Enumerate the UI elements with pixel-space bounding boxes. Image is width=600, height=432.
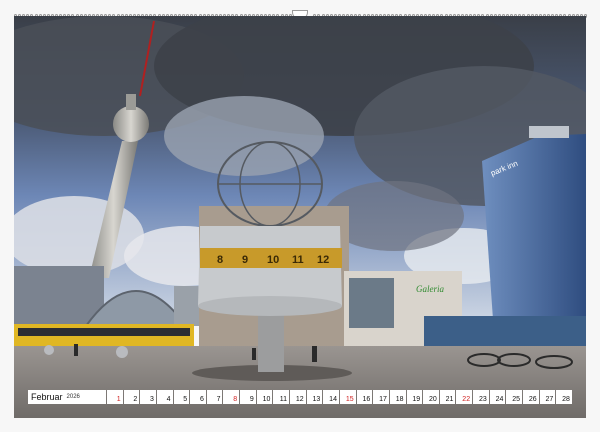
day-cell: 23 <box>473 390 489 404</box>
day-cell: 1 <box>107 390 123 404</box>
day-cell: 28 <box>556 390 572 404</box>
day-cell: 22 <box>456 390 473 404</box>
day-cell: 16 <box>356 390 373 404</box>
day-cell: 18 <box>389 390 406 404</box>
day-cell: 5 <box>173 390 190 404</box>
day-cell: 9 <box>240 390 256 404</box>
day-cell: 19 <box>406 390 423 404</box>
store-sign: Galeria <box>416 284 444 294</box>
clock-number: 12 <box>317 254 329 266</box>
day-cell: 20 <box>423 390 439 404</box>
day-cell: 11 <box>273 390 290 404</box>
park-inn-tower: park inn <box>482 126 586 334</box>
day-cell: 6 <box>190 390 206 404</box>
day-cell: 24 <box>489 390 506 404</box>
day-cell: 7 <box>206 390 223 404</box>
day-cell: 26 <box>523 390 539 404</box>
photo-scene: Galeria park inn 8 9 10 11 12 <box>14 16 586 418</box>
alexanderplatz-photo: Galeria park inn 8 9 10 11 12 <box>14 16 586 418</box>
low-buildings-right <box>424 316 586 348</box>
day-cell: 17 <box>373 390 389 404</box>
day-cell: 21 <box>439 390 456 404</box>
clock-number: 10 <box>267 254 279 266</box>
day-cell: 15 <box>339 390 356 404</box>
calendar-strip: Februar 2026 1 2 3 4 5 6 7 8 9 10 11 12 13 14 15 16 17 18… <box>28 390 572 404</box>
year: 2026 <box>66 394 80 400</box>
month-label-box: Februar 2026 <box>28 390 106 404</box>
day-cell: 12 <box>290 390 306 404</box>
day-cell: 14 <box>323 390 339 404</box>
day-cell: 10 <box>256 390 273 404</box>
calendar-page: Galeria park inn 8 9 10 11 12 Februar 20… <box>0 0 600 432</box>
day-cell: 13 <box>306 390 323 404</box>
clock-number: 11 <box>292 254 304 266</box>
month-name: Februar <box>31 392 63 402</box>
day-cell: 3 <box>140 390 156 404</box>
day-cells: 1 2 3 4 5 6 7 8 9 10 11 12 13 14 15 16 17 18 19 20 21 22 23 24 2… <box>107 390 572 404</box>
day-cell: 8 <box>223 390 240 404</box>
clock-number: 9 <box>242 254 248 266</box>
tram <box>14 324 194 348</box>
day-cell: 4 <box>156 390 173 404</box>
day-cell: 25 <box>506 390 523 404</box>
day-cell: 27 <box>539 390 556 404</box>
day-cell: 2 <box>123 390 140 404</box>
clock-number: 8 <box>217 254 223 266</box>
